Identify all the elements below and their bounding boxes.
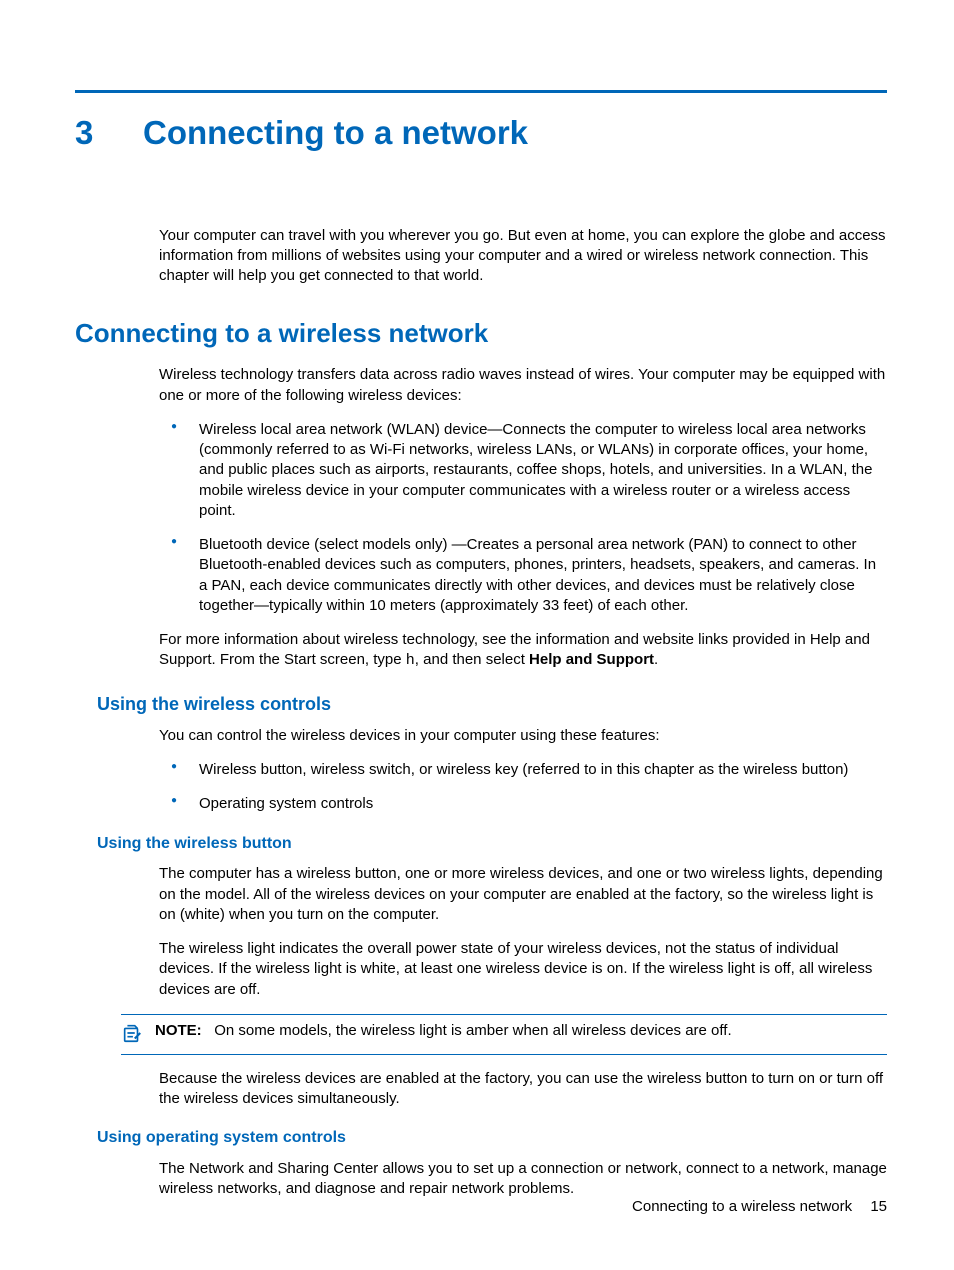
body-paragraph: Wireless technology transfers data acros… [159,365,887,406]
bold-text: Help and Support [529,651,654,668]
note-label: NOTE: [155,1022,202,1039]
chapter-title-text: Connecting to a network [143,114,528,151]
subsection-heading-wireless-controls: Using the wireless controls [97,692,887,716]
body-paragraph: The wireless light indicates the overall… [159,939,887,1000]
list-item: Bluetooth device (select models only) —C… [159,535,887,616]
chapter-rule [75,90,887,93]
text-span: . [654,651,658,668]
body-paragraph: Because the wireless devices are enabled… [159,1069,887,1110]
note-block: NOTE: On some models, the wireless light… [121,1014,887,1055]
text-span: , and then select [415,651,529,668]
chapter-title: 3Connecting to a network [75,111,887,156]
body-paragraph: The Network and Sharing Center allows yo… [159,1159,887,1200]
note-text: On some models, the wireless light is am… [214,1022,731,1039]
note-icon [121,1021,147,1048]
body-paragraph: For more information about wireless tech… [159,630,887,672]
page-footer: Connecting to a wireless network 15 [632,1197,887,1217]
section-heading-wireless-network: Connecting to a wireless network [75,316,887,351]
note-content: NOTE: On some models, the wireless light… [155,1021,887,1048]
chapter-number: 3 [75,111,143,156]
code-text: h [406,652,415,669]
wireless-controls-list: Wireless button, wireless switch, or wir… [159,760,887,815]
list-item: Wireless button, wireless switch, or wir… [159,760,887,780]
wireless-devices-list: Wireless local area network (WLAN) devic… [159,420,887,616]
footer-text: Connecting to a wireless network [632,1198,852,1215]
list-item: Operating system controls [159,794,887,814]
list-item: Wireless local area network (WLAN) devic… [159,420,887,521]
body-paragraph: The computer has a wireless button, one … [159,864,887,925]
subsubsection-heading-wireless-button: Using the wireless button [97,833,887,855]
intro-paragraph: Your computer can travel with you wherev… [159,226,887,287]
body-paragraph: You can control the wireless devices in … [159,726,887,746]
subsubsection-heading-os-controls: Using operating system controls [97,1127,887,1149]
page-number: 15 [870,1198,887,1215]
